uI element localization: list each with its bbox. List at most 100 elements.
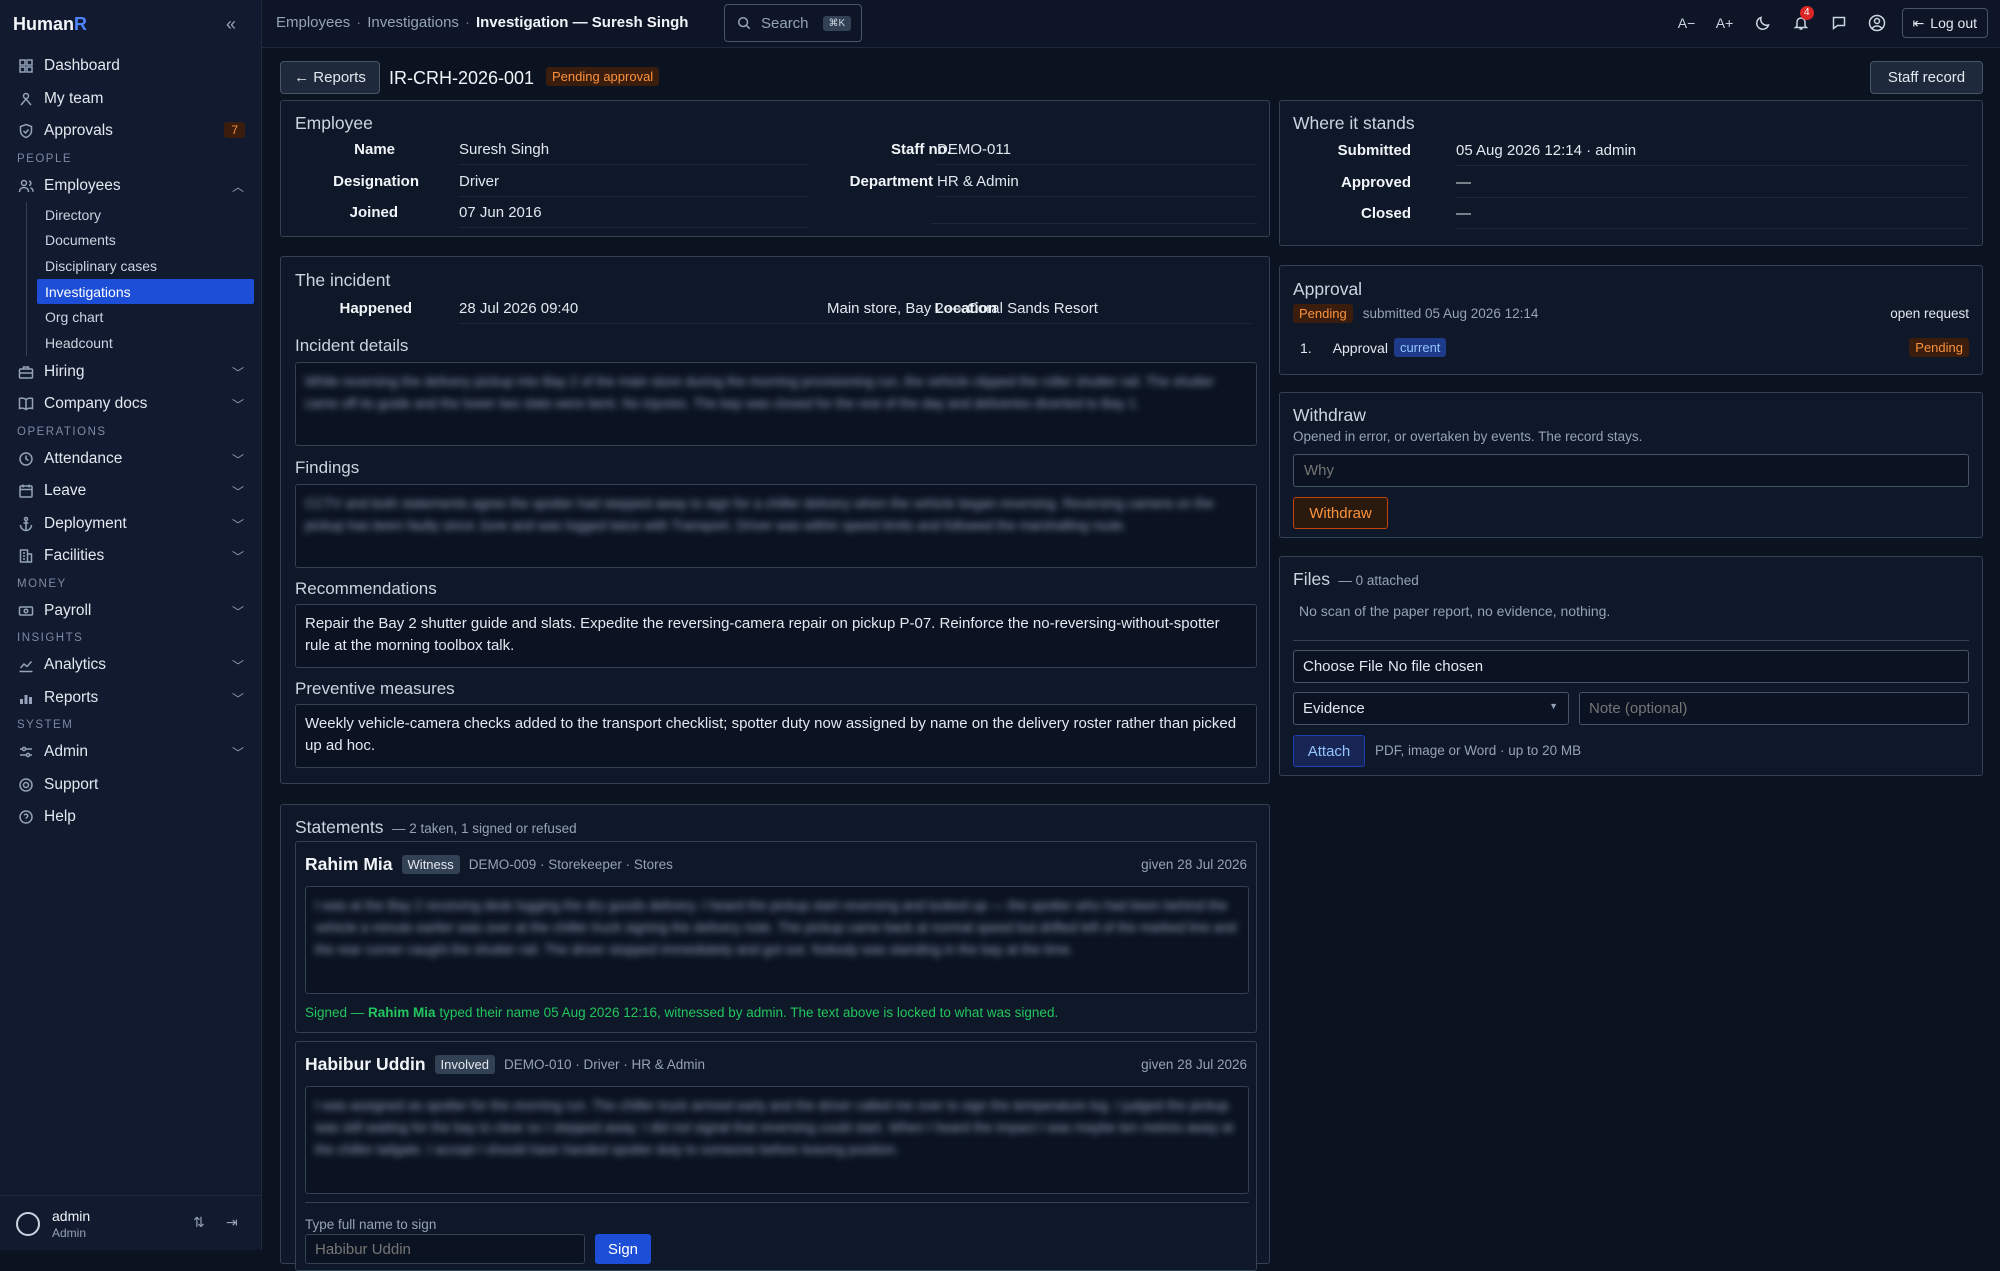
sidebar-item-attendance[interactable]: Attendance ﹀ — [0, 443, 262, 476]
step-status: Pending — [1909, 338, 1969, 357]
sidebar-item-my-team[interactable]: My team — [0, 83, 262, 116]
sidebar-item-payroll[interactable]: Payroll ﹀ — [0, 595, 262, 628]
field-label: Designation — [333, 173, 419, 190]
sidebar-item-approvals[interactable]: Approvals 7 — [0, 115, 262, 148]
staff-record-button[interactable]: Staff record — [1870, 61, 1983, 94]
user-bar: admin Admin ⇅ ⇥ — [0, 1195, 262, 1250]
approval-summary: Pending submitted 05 Aug 2026 12:14 — [1293, 304, 1538, 323]
sidebar-item-deployment[interactable]: Deployment ﹀ — [0, 508, 262, 541]
card-title: Employee — [295, 113, 373, 133]
sidebar-item-employees[interactable]: Employees ︿ — [0, 170, 262, 203]
logout-button[interactable]: ⇤ Log out — [1901, 8, 1988, 38]
sidebar-item-facilities[interactable]: Facilities ﹀ — [0, 540, 262, 573]
file-note-input[interactable] — [1579, 692, 1969, 725]
file-type-value: Evidence — [1303, 700, 1365, 717]
line-chart-icon — [19, 661, 33, 673]
files-header: Files — 0 attached — [1293, 569, 1419, 590]
section-label-insights: INSIGHTS — [17, 632, 84, 645]
empty-field — [931, 204, 1257, 224]
statement-header: Habibur Uddin Involved DEMO-010 · Driver… — [305, 1054, 705, 1075]
sidebar-item-hiring[interactable]: Hiring ﹀ — [0, 356, 262, 389]
attach-button[interactable]: Attach — [1293, 735, 1365, 767]
sidebar-item-label: Approvals — [44, 122, 113, 140]
file-input[interactable]: Choose File No file chosen — [1293, 650, 1969, 683]
card-title: Where it stands — [1293, 113, 1415, 133]
sidebar-item-reports[interactable]: Reports ﹀ — [0, 682, 262, 715]
sidebar-item-dashboard[interactable]: Dashboard — [0, 50, 262, 83]
sidebar-item-company-docs[interactable]: Company docs ﹀ — [0, 388, 262, 421]
sidebar-item-label: Admin — [44, 743, 88, 761]
withdraw-reason-input[interactable] — [1293, 454, 1969, 487]
messages-button[interactable] — [1820, 8, 1858, 38]
search-icon — [737, 16, 751, 30]
chevron-down-icon: ﹀ — [231, 365, 244, 380]
chevron-down-icon: ﹀ — [231, 485, 244, 500]
breadcrumb-current: Investigation — Suresh Singh — [475, 14, 689, 31]
collapse-sidebar-icon[interactable]: « — [226, 14, 236, 35]
field-label: Approved — [1340, 174, 1411, 191]
user-role: Admin — [52, 1226, 87, 1240]
message-icon — [1832, 16, 1845, 30]
withdraw-button[interactable]: Withdraw — [1293, 497, 1388, 529]
sign-out-icon[interactable]: ⇥ — [226, 1214, 238, 1231]
subnav-item-headcount[interactable]: Headcount — [27, 330, 262, 356]
incident-location: Main store, Bay 2 — Coral Sands Resort — [827, 300, 1251, 324]
expand-user-icon[interactable]: ⇅ — [193, 1214, 205, 1231]
section-title: Preventive measures — [295, 679, 455, 698]
field-label: Joined — [349, 204, 398, 221]
chevron-down-icon: ﹀ — [231, 550, 244, 565]
statement-given-date: given 28 Jul 2026 — [1141, 857, 1247, 872]
signature-note: Signed — Rahim Mia typed their name 05 A… — [305, 1005, 1058, 1020]
building-icon — [19, 549, 33, 564]
statement-meta: DEMO-010 · Driver · HR & Admin — [503, 1057, 706, 1072]
step-name: Approval — [1332, 339, 1388, 356]
font-increase-button[interactable]: A+ — [1706, 8, 1744, 38]
employee-joined: 07 Jun 2016 — [459, 204, 809, 228]
logout-label: Log out — [1930, 15, 1977, 31]
sidebar-item-support[interactable]: Support — [0, 769, 262, 802]
theme-toggle-button[interactable] — [1744, 8, 1782, 38]
statement-role-badge: Involved — [434, 1055, 495, 1074]
section-title: Findings — [295, 458, 360, 477]
file-type-select[interactable]: Evidence ▼ — [1293, 692, 1569, 725]
sidebar-item-admin[interactable]: Admin ﹀ — [0, 736, 262, 769]
book-icon — [18, 397, 34, 411]
sign-field-label: Type full name to sign — [305, 1217, 437, 1232]
choose-file-button[interactable]: Choose File — [1303, 658, 1383, 675]
subnav-item-investigations[interactable]: Investigations — [37, 278, 254, 305]
avatar[interactable] — [16, 1212, 40, 1236]
profile-button[interactable] — [1858, 8, 1896, 38]
subnav-item-org-chart[interactable]: Org chart — [27, 304, 262, 330]
chevron-up-icon: ︿ — [231, 179, 244, 194]
statement-meta: DEMO-009 · Storekeeper · Stores — [468, 857, 673, 872]
sidebar-item-help[interactable]: Help — [0, 801, 262, 834]
statement-author: Habibur Uddin — [305, 1054, 426, 1074]
sidebar-item-analytics[interactable]: Analytics ﹀ — [0, 649, 262, 682]
section-label-money: MONEY — [17, 577, 67, 590]
subnav-item-disciplinary-cases[interactable]: Disciplinary cases — [27, 253, 262, 279]
employee-department: HR & Admin — [937, 173, 1257, 197]
section-title: Incident details — [295, 336, 409, 355]
preventive-measures-text: Weekly vehicle-camera checks added to th… — [295, 704, 1257, 768]
font-decrease-button[interactable]: A− — [1668, 8, 1706, 38]
sign-name-input[interactable] — [305, 1234, 585, 1264]
app-logo[interactable]: HumanR — [13, 14, 87, 35]
search-button[interactable]: Search ⌘K — [724, 4, 862, 42]
no-file-label: No file chosen — [1388, 658, 1484, 675]
search-label: Search — [761, 14, 809, 32]
breadcrumb-employees[interactable]: Employees — [276, 14, 350, 31]
user-circle-icon — [1868, 14, 1885, 32]
anchor-icon — [19, 516, 33, 531]
sidebar-item-leave[interactable]: Leave ﹀ — [0, 475, 262, 508]
subnav-item-documents[interactable]: Documents — [27, 228, 262, 254]
statement-item: Habibur Uddin Involved DEMO-010 · Driver… — [295, 1041, 1257, 1271]
subnav-item-directory[interactable]: Directory — [27, 202, 262, 228]
chevron-down-icon: ﹀ — [231, 452, 244, 467]
back-to-reports-button[interactable]: ← Reports — [280, 61, 380, 94]
sign-button[interactable]: Sign — [595, 1234, 651, 1264]
breadcrumb-investigations[interactable]: Investigations — [367, 14, 459, 31]
bar-chart-icon — [20, 694, 32, 704]
signature-prefix: Signed — — [305, 1005, 369, 1020]
notifications-button[interactable]: 4 — [1782, 6, 1820, 38]
statement-header: Rahim Mia Witness DEMO-009 · Storekeeper… — [305, 854, 673, 875]
